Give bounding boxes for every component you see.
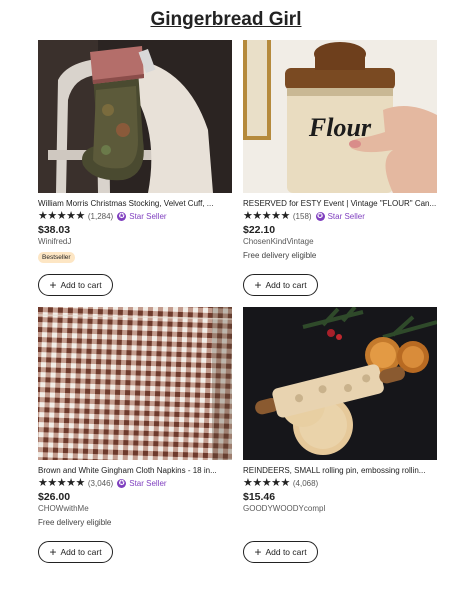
star-seller-badge: ✪ Star Seller xyxy=(117,478,167,488)
gingham-napkins-image xyxy=(38,307,232,460)
rating-row: ★ ★ ★ ★ ★ (1,284) ✪ Star Seller xyxy=(38,210,232,222)
stocking-image xyxy=(38,40,232,193)
star-seller-icon: ✪ xyxy=(315,211,325,221)
product-card[interactable]: Brown and White Gingham Cloth Napkins - … xyxy=(38,307,232,563)
product-price: $22.10 xyxy=(243,224,276,236)
star-icon: ★ xyxy=(271,209,281,222)
product-title[interactable]: William Morris Christmas Stocking, Velve… xyxy=(38,199,232,209)
plus-icon: + xyxy=(49,545,57,559)
star-icon: ★ xyxy=(243,209,253,222)
star-icon: ★ xyxy=(75,209,86,222)
product-title[interactable]: REINDEERS, SMALL rolling pin, embossing … xyxy=(243,466,437,476)
star-icon: ★ xyxy=(261,476,272,489)
review-count: (3,046) xyxy=(87,478,114,488)
add-to-cart-button[interactable]: + Add to cart xyxy=(243,541,318,563)
shop-name[interactable]: GOODYWOODYcompl xyxy=(243,504,437,513)
star-seller-label: Star Seller xyxy=(129,211,167,221)
add-to-cart-label: Add to cart xyxy=(265,547,307,557)
star-rating: ★ ★ ★ ★ ★ xyxy=(243,476,291,489)
shop-name[interactable]: CHOWwithMe xyxy=(38,504,232,513)
product-image-gingham-napkins[interactable] xyxy=(38,307,232,460)
bestseller-badge: Bestseller xyxy=(38,252,75,263)
delivery-note: Free delivery eligible xyxy=(243,251,317,260)
rolling-pin-image xyxy=(243,307,437,460)
star-icon: ★ xyxy=(56,476,67,489)
product-image-flour-canister[interactable]: Flour xyxy=(243,40,437,193)
add-to-cart-button[interactable]: + Add to cart xyxy=(38,274,113,296)
add-to-cart-label: Add to cart xyxy=(60,547,102,557)
plus-icon: + xyxy=(254,278,262,292)
product-image-rolling-pin[interactable] xyxy=(243,307,437,460)
shop-name[interactable]: WinifredJ xyxy=(38,237,232,246)
star-seller-label: Star Seller xyxy=(327,211,365,221)
product-image-stocking[interactable] xyxy=(38,40,232,193)
plus-icon: + xyxy=(49,278,57,292)
star-icon: ★ xyxy=(280,209,291,222)
star-icon: ★ xyxy=(75,476,86,489)
star-seller-icon: ✪ xyxy=(117,211,127,221)
star-rating: ★ ★ ★ ★ ★ xyxy=(38,209,86,222)
product-card[interactable]: Flour RESERVED for ESTY Event | Vintage … xyxy=(243,40,437,296)
star-icon: ★ xyxy=(261,209,272,222)
star-icon: ★ xyxy=(252,209,262,222)
plus-icon: + xyxy=(254,545,262,559)
review-count: (1,284) xyxy=(87,211,114,221)
star-icon: ★ xyxy=(280,476,291,489)
add-to-cart-button[interactable]: + Add to cart xyxy=(38,541,113,563)
star-icon: ★ xyxy=(66,476,76,489)
star-seller-label: Star Seller xyxy=(129,478,167,488)
flour-canister-image: Flour xyxy=(243,40,437,193)
product-price: $15.46 xyxy=(243,491,276,503)
review-count: (4,068) xyxy=(292,478,319,488)
star-seller-badge: ✪ Star Seller xyxy=(315,211,365,221)
star-icon: ★ xyxy=(56,209,67,222)
product-title[interactable]: RESERVED for ESTY Event | Vintage "FLOUR… xyxy=(243,199,437,209)
review-count: (158) xyxy=(292,211,312,221)
add-to-cart-label: Add to cart xyxy=(265,280,307,290)
product-price: $26.00 xyxy=(38,491,71,503)
shop-name[interactable]: ChosenKindVintage xyxy=(243,237,437,246)
star-icon: ★ xyxy=(66,209,76,222)
add-to-cart-label: Add to cart xyxy=(60,280,102,290)
star-rating: ★ ★ ★ ★ ★ xyxy=(38,476,86,489)
product-card[interactable]: William Morris Christmas Stocking, Velve… xyxy=(38,40,232,296)
star-rating: ★ ★ ★ ★ ★ xyxy=(243,209,291,222)
star-icon: ★ xyxy=(38,476,48,489)
product-card[interactable]: REINDEERS, SMALL rolling pin, embossing … xyxy=(243,307,437,563)
star-icon: ★ xyxy=(47,476,57,489)
product-title[interactable]: Brown and White Gingham Cloth Napkins - … xyxy=(38,466,232,476)
star-seller-badge: ✪ Star Seller xyxy=(117,211,167,221)
star-icon: ★ xyxy=(243,476,253,489)
rating-row: ★ ★ ★ ★ ★ (158) ✪ Star Seller xyxy=(243,210,437,222)
rating-row: ★ ★ ★ ★ ★ (3,046) ✪ Star Seller xyxy=(38,477,232,489)
star-icon: ★ xyxy=(47,209,57,222)
delivery-note: Free delivery eligible xyxy=(38,518,112,527)
star-seller-icon: ✪ xyxy=(117,478,127,488)
star-icon: ★ xyxy=(271,476,281,489)
rating-row: ★ ★ ★ ★ ★ (4,068) xyxy=(243,477,437,489)
page-title[interactable]: Gingerbread Girl xyxy=(0,9,452,31)
star-icon: ★ xyxy=(252,476,262,489)
add-to-cart-button[interactable]: + Add to cart xyxy=(243,274,318,296)
flour-label: Flour xyxy=(308,113,372,142)
star-icon: ★ xyxy=(38,209,48,222)
product-price: $38.03 xyxy=(38,224,71,236)
